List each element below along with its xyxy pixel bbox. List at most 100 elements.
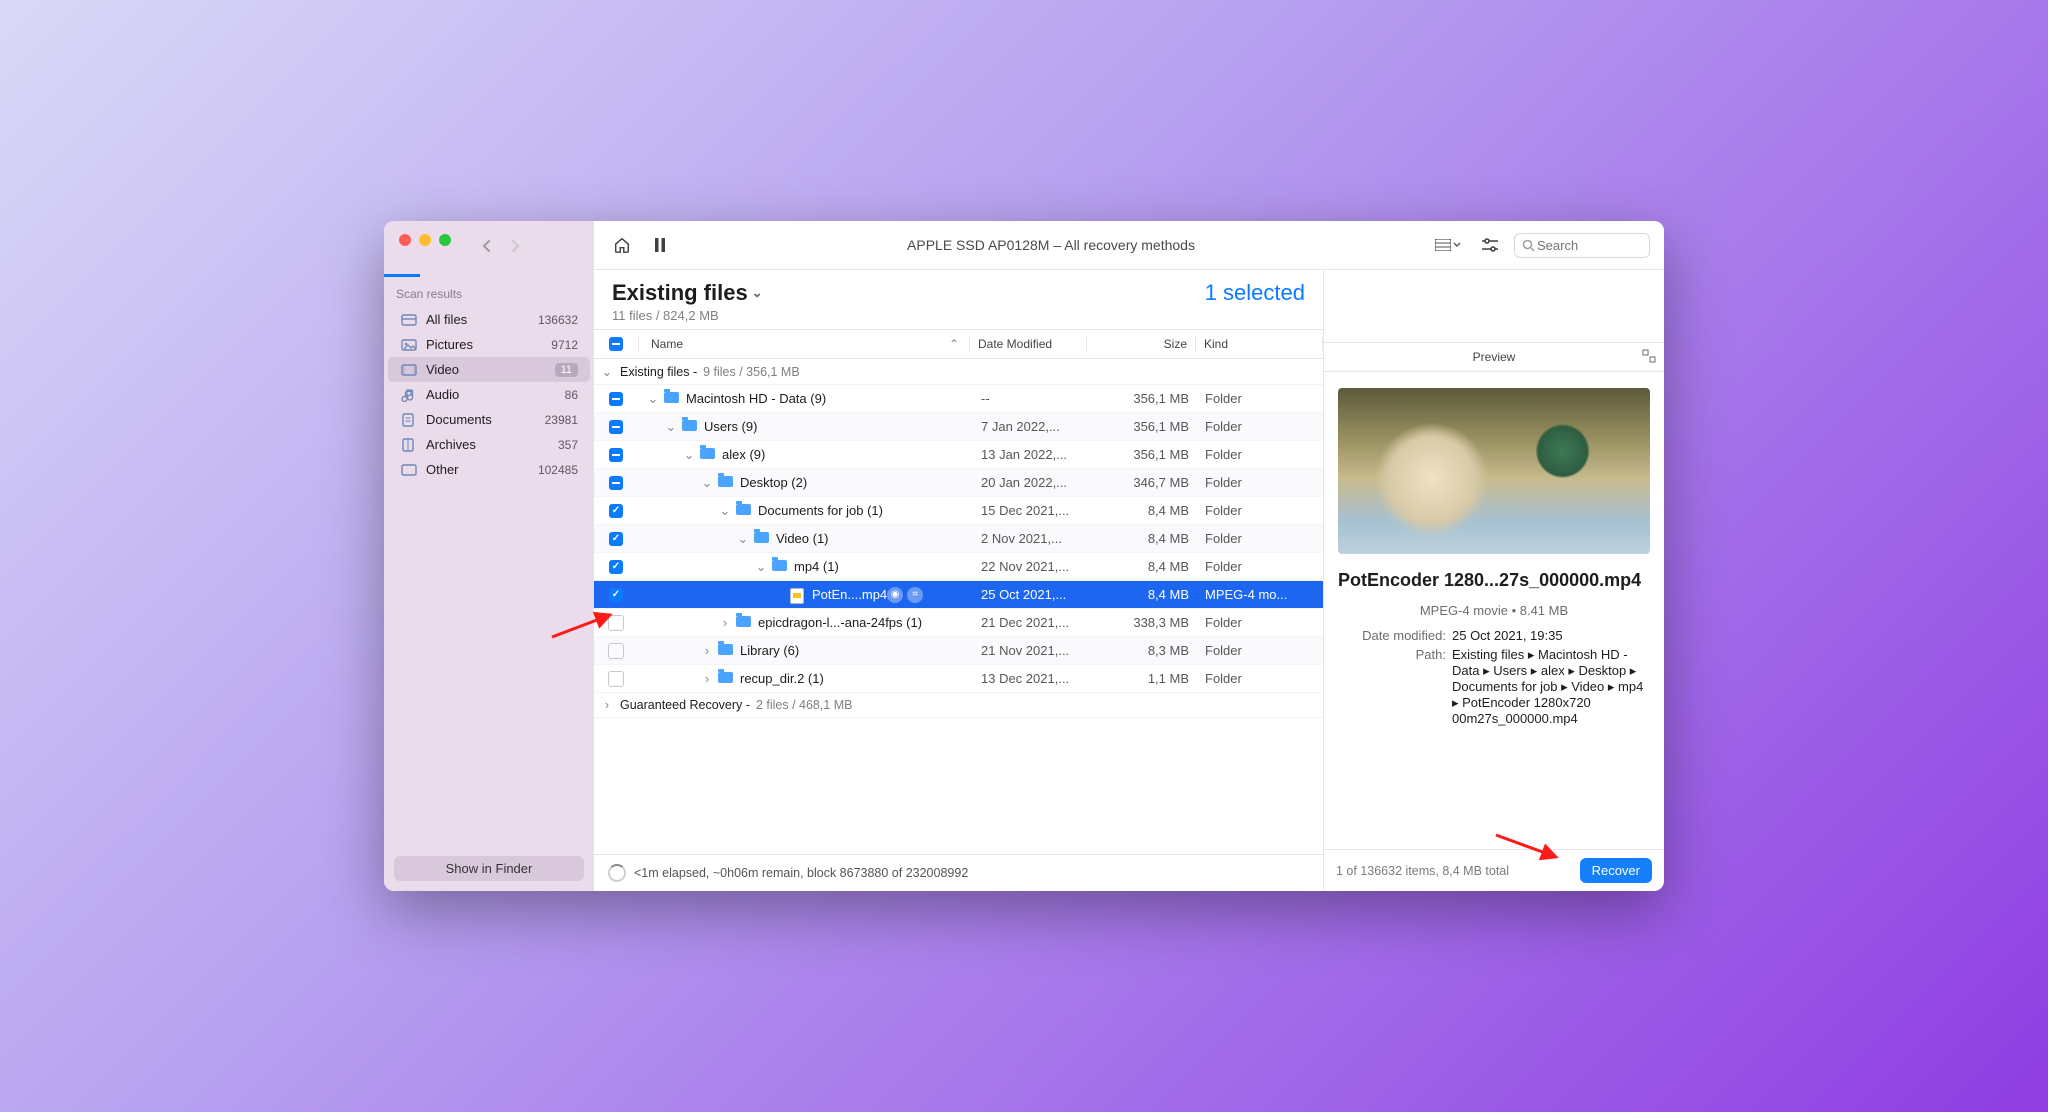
row-checkbox[interactable]	[609, 504, 623, 518]
sidebar-item-count: 11	[555, 363, 578, 377]
sidebar-item-label: Archives	[426, 437, 558, 452]
sidebar-item-documents[interactable]: Documents 23981	[388, 407, 590, 432]
home-button[interactable]	[608, 231, 636, 259]
file-kind: Folder	[1197, 671, 1323, 686]
column-name[interactable]: Name⌃	[638, 337, 969, 351]
status-text: <1m elapsed, ~0h06m remain, block 867388…	[634, 866, 968, 880]
search-field[interactable]	[1514, 233, 1650, 258]
other-icon	[400, 463, 418, 477]
sidebar-item-pictures[interactable]: Pictures 9712	[388, 332, 590, 357]
zoom-window-button[interactable]	[439, 234, 451, 246]
sidebar-section-title: Scan results	[384, 277, 594, 307]
file-kind: Folder	[1197, 419, 1323, 434]
sidebar-item-all-files[interactable]: All files 136632	[388, 307, 590, 332]
filters-button[interactable]	[1476, 233, 1504, 257]
file-date: 22 Nov 2021,...	[973, 559, 1089, 574]
search-input[interactable]	[1535, 237, 1624, 254]
row-checkbox[interactable]	[608, 643, 624, 659]
nav-back-button[interactable]	[477, 234, 497, 258]
sidebar-item-label: Audio	[426, 387, 565, 402]
file-row[interactable]: ⌄ Video (1) 2 Nov 2021,... 8,4 MB Folder	[594, 525, 1323, 553]
chevron-down-icon[interactable]: ⌄	[682, 447, 696, 463]
row-checkbox[interactable]	[609, 588, 623, 602]
column-size[interactable]: Size	[1086, 337, 1195, 351]
chevron-down-icon[interactable]: ⌄	[700, 475, 714, 491]
chevron-down-icon[interactable]: ⌄	[736, 531, 750, 547]
preview-thumbnail[interactable]	[1338, 388, 1650, 554]
file-name: Users (9)	[704, 419, 757, 434]
sidebar-item-count: 86	[565, 388, 578, 402]
chevron-down-icon[interactable]: ⌄	[646, 391, 660, 407]
select-all-checkbox[interactable]	[609, 337, 623, 351]
file-name: epicdragon-l...-ana-24fps (1)	[758, 615, 922, 630]
file-row[interactable]: › Library (6) 21 Nov 2021,... 8,3 MB Fol…	[594, 637, 1323, 665]
folder-icon	[736, 616, 752, 630]
sidebar-item-count: 9712	[551, 338, 578, 352]
file-row[interactable]: ⌄ mp4 (1) 22 Nov 2021,... 8,4 MB Folder	[594, 553, 1323, 581]
column-date[interactable]: Date Modified	[969, 337, 1086, 351]
file-date: 21 Dec 2021,...	[973, 615, 1089, 630]
row-checkbox[interactable]	[608, 671, 624, 687]
sidebar-item-audio[interactable]: Audio 86	[388, 382, 590, 407]
nav-forward-button[interactable]	[505, 234, 525, 258]
file-row[interactable]: ⌄ Users (9) 7 Jan 2022,... 356,1 MB Fold…	[594, 413, 1323, 441]
file-date: 15 Dec 2021,...	[973, 503, 1089, 518]
page-subtitle: 11 files / 824,2 MB	[612, 308, 1305, 323]
file-row[interactable]: › recup_dir.2 (1) 13 Dec 2021,... 1,1 MB…	[594, 665, 1323, 693]
row-checkbox[interactable]	[609, 560, 623, 574]
minimize-window-button[interactable]	[419, 234, 431, 246]
file-name: Video (1)	[776, 531, 829, 546]
file-list-pane: Existing files ⌄ 1 selected 11 files / 8…	[594, 270, 1324, 891]
row-checkbox[interactable]	[609, 420, 623, 434]
file-kind: Folder	[1197, 531, 1323, 546]
page-title[interactable]: Existing files ⌄	[612, 280, 763, 306]
file-size: 356,1 MB	[1089, 447, 1197, 462]
chevron-down-icon[interactable]: ⌄	[754, 559, 768, 575]
quicklook-icon[interactable]: ◉	[887, 587, 903, 603]
sidebar-item-archives[interactable]: Archives 357	[388, 432, 590, 457]
close-window-button[interactable]	[399, 234, 411, 246]
file-size: 8,4 MB	[1089, 587, 1197, 602]
chevron-right-icon[interactable]: ›	[718, 615, 732, 630]
file-list[interactable]: ⌄Existing files - 9 files / 356,1 MB ⌄ M…	[594, 359, 1323, 854]
chevron-right-icon[interactable]: ›	[700, 643, 714, 658]
chevron-down-icon[interactable]: ⌄	[718, 503, 732, 519]
pause-button[interactable]	[648, 232, 672, 258]
file-row[interactable]: ⌄ Desktop (2) 20 Jan 2022,... 346,7 MB F…	[594, 469, 1323, 497]
chevron-right-icon[interactable]: ›	[700, 671, 714, 686]
folder-icon	[664, 392, 680, 406]
group-header[interactable]: ›Guaranteed Recovery - 2 files / 468,1 M…	[594, 693, 1323, 718]
heading: Existing files ⌄ 1 selected 11 files / 8…	[594, 270, 1323, 329]
expand-preview-icon[interactable]	[1642, 349, 1656, 366]
row-checkbox[interactable]	[609, 392, 623, 406]
page-title-text: Existing files	[612, 280, 748, 306]
show-in-finder-button[interactable]: Show in Finder	[394, 856, 584, 881]
view-mode-selector[interactable]	[1430, 236, 1466, 254]
preview-date-label: Date modified:	[1338, 628, 1452, 643]
recover-button[interactable]: Recover	[1580, 858, 1652, 883]
window-controls	[384, 221, 594, 270]
sidebar-item-label: Pictures	[426, 337, 551, 352]
column-kind[interactable]: Kind	[1195, 337, 1323, 351]
group-header[interactable]: ⌄Existing files - 9 files / 356,1 MB	[594, 359, 1323, 385]
file-row[interactable]: ⌄ Documents for job (1) 15 Dec 2021,... …	[594, 497, 1323, 525]
file-row[interactable]: PotEn....mp4 ◉⌗ 25 Oct 2021,... 8,4 MB M…	[594, 581, 1323, 609]
video-icon	[400, 363, 418, 377]
preview-path-value: Existing files ▸ Macintosh HD - Data ▸ U…	[1452, 647, 1650, 726]
file-row[interactable]: ⌄ alex (9) 13 Jan 2022,... 356,1 MB Fold…	[594, 441, 1323, 469]
hex-icon[interactable]: ⌗	[907, 587, 923, 603]
row-checkbox[interactable]	[609, 532, 623, 546]
file-icon	[790, 588, 806, 602]
sidebar-item-label: Other	[426, 462, 538, 477]
sidebar-item-video[interactable]: Video 11	[388, 357, 590, 382]
sidebar-item-other[interactable]: Other 102485	[388, 457, 590, 482]
row-checkbox[interactable]	[609, 448, 623, 462]
row-checkbox[interactable]	[609, 476, 623, 490]
preview-meta: MPEG-4 movie • 8.41 MB	[1338, 603, 1650, 618]
file-row[interactable]: ⌄ Macintosh HD - Data (9) -- 356,1 MB Fo…	[594, 385, 1323, 413]
file-kind: Folder	[1197, 391, 1323, 406]
folder-icon	[718, 476, 734, 490]
chevron-down-icon[interactable]: ⌄	[664, 419, 678, 435]
file-row[interactable]: › epicdragon-l...-ana-24fps (1) 21 Dec 2…	[594, 609, 1323, 637]
row-checkbox[interactable]	[608, 615, 624, 631]
